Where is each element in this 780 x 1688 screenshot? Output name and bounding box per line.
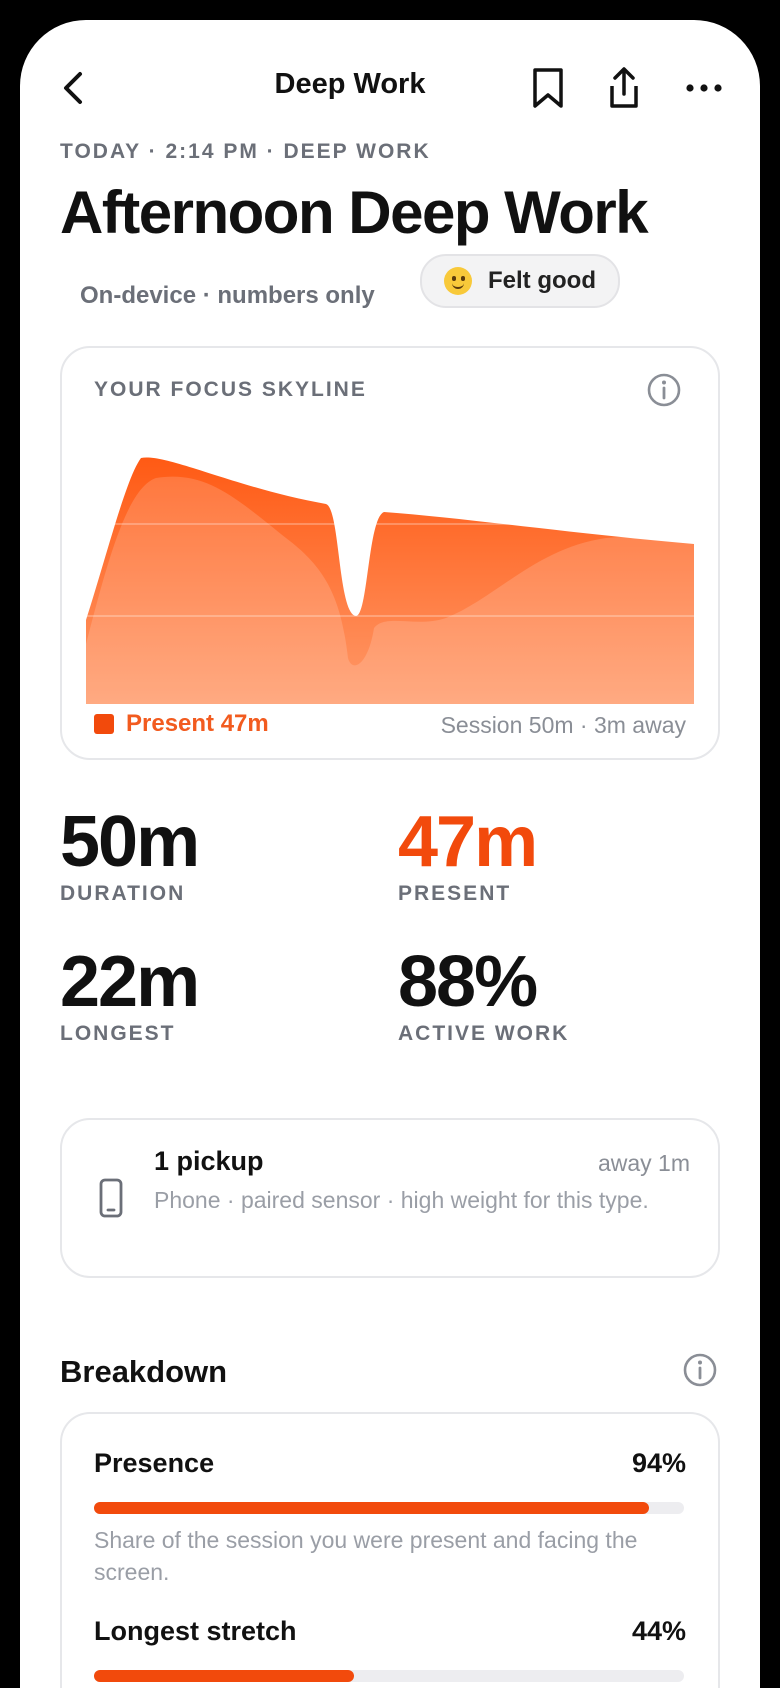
stat-value: 22m [60,942,200,1022]
stat-longest: 22m LONGEST [60,942,200,1046]
session-summary: Session 50m · 3m away [440,712,686,738]
privacy-note: On-device · numbers only [80,282,375,309]
stat-label: ACTIVE WORK [398,1022,570,1045]
breakdown-row-description: Share of the session you were present an… [94,1527,638,1585]
app-screen: Deep Work TODAY · 2:14 PM · DEEP WORK Af… [20,20,760,1688]
focus-skyline-chart [86,457,694,704]
stat-value: 47m [398,802,538,882]
nav-bar: Deep Work [20,50,760,126]
pickup-description: Phone · paired sensor · high weight for … [154,1187,649,1213]
info-icon[interactable] [682,1352,718,1388]
page-title: Afternoon Deep Work [60,179,649,246]
more-options-icon[interactable] [682,64,726,112]
session-meta: TODAY · 2:14 PM · DEEP WORK [60,140,431,163]
breakdown-row-label: Longest stretch [94,1616,297,1646]
info-icon[interactable] [646,372,682,408]
stat-present: 47m PRESENT [398,802,538,906]
breakdown-row-percent: 94% [631,1448,686,1478]
longest-stretch-bar [94,1670,684,1682]
presence-bar-fill [94,1502,649,1514]
skyline-title: YOUR FOCUS SKYLINE [94,378,367,401]
share-icon[interactable] [602,64,646,112]
breakdown-row-percent: 44% [631,1616,686,1646]
stat-active-work: 88% ACTIVE WORK [398,946,569,1046]
bookmark-icon[interactable] [526,64,570,112]
legend-label: Present 47m [126,710,269,737]
pickup-card[interactable]: 1 pickup away 1m Phone · paired sensor ·… [60,1118,720,1278]
breakdown-row-label: Presence [94,1448,215,1478]
longest-stretch-bar-fill [94,1670,354,1682]
stat-duration: 50m DURATION [60,802,200,906]
focus-skyline-card: YOUR FOCUS SKYLINE Present 47m Session 5… [60,346,720,760]
phone-icon [99,1178,123,1218]
stat-value: 88% [398,942,538,1022]
breakdown-title: Breakdown [60,1354,228,1389]
stat-value: 50m [60,802,200,882]
smiley-icon [444,267,472,295]
chart-legend: Present 47m [94,710,269,738]
mood-label: Felt good [488,267,596,294]
legend-swatch [94,714,114,734]
pickup-title: 1 pickup [154,1146,264,1176]
stat-label: PRESENT [398,882,512,905]
presence-bar [94,1502,684,1514]
pickup-away-time: away 1m [597,1150,690,1176]
breakdown-card: Presence 94% Share of the session you we… [60,1412,720,1688]
stat-label: LONGEST [60,1022,176,1045]
mood-chip[interactable]: Felt good [420,254,620,308]
nav-title: Deep Work [274,68,426,100]
stat-label: DURATION [60,882,186,905]
